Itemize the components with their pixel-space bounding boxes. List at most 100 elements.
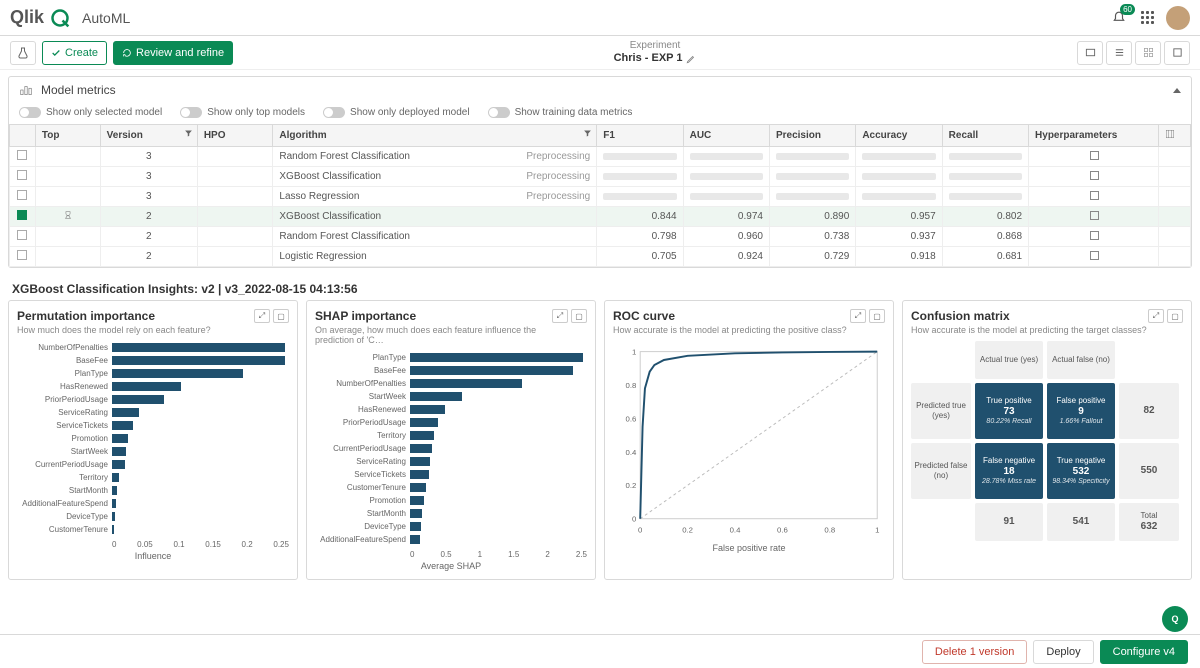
cm-row1-total: 82 bbox=[1119, 383, 1179, 439]
filter-top-toggle[interactable]: Show only top models bbox=[180, 107, 305, 118]
col-settings[interactable] bbox=[1158, 125, 1190, 147]
col-f1[interactable]: F1 bbox=[597, 125, 683, 147]
cm-row2-total: 550 bbox=[1119, 443, 1179, 499]
roc-card: ROC curve How accurate is the model at p… bbox=[604, 300, 894, 580]
card-action-2[interactable]: ▢ bbox=[869, 309, 885, 323]
review-refine-button[interactable]: Review and refine bbox=[113, 41, 233, 65]
filter-icon[interactable] bbox=[184, 129, 193, 138]
svg-text:0.8: 0.8 bbox=[626, 381, 637, 390]
col-version[interactable]: Version bbox=[100, 125, 197, 147]
experiment-icon-button[interactable] bbox=[10, 41, 36, 65]
configure-button[interactable]: Configure v4 bbox=[1100, 640, 1188, 664]
card-action-2[interactable]: ▢ bbox=[1167, 309, 1183, 323]
model-metrics-table: Top Version HPO Algorithm F1 AUC Precisi… bbox=[9, 124, 1191, 267]
cm-pred-false: Predicted false (no) bbox=[911, 443, 971, 499]
card-subtitle: On average, how much does each feature i… bbox=[315, 325, 552, 345]
insights-title: XGBoost Classification Insights: v2 | v3… bbox=[0, 274, 1200, 300]
deploy-button[interactable]: Deploy bbox=[1033, 640, 1093, 664]
edit-icon[interactable] bbox=[686, 54, 696, 64]
row-checkbox[interactable] bbox=[17, 230, 27, 240]
card-action-2[interactable]: ▢ bbox=[273, 309, 289, 323]
fullscreen-icon bbox=[1172, 47, 1183, 58]
user-avatar[interactable] bbox=[1166, 6, 1190, 30]
svg-text:1: 1 bbox=[632, 348, 636, 357]
view-fullscreen-button[interactable] bbox=[1164, 41, 1190, 65]
row-checkbox[interactable] bbox=[17, 210, 27, 220]
table-row[interactable]: 2 XGBoost Classification 0.8440.9740.890… bbox=[10, 207, 1191, 227]
app-launcher-icon[interactable] bbox=[1141, 11, 1154, 24]
cm-actual-false: Actual false (no) bbox=[1047, 341, 1115, 379]
card-action-2[interactable]: ▢ bbox=[571, 309, 587, 323]
permutation-bar-chart: NumberOfPenaltiesBaseFeePlanTypeHasRenew… bbox=[17, 341, 289, 536]
table-row[interactable]: 3 Random Forest ClassificationPreprocess… bbox=[10, 147, 1191, 167]
card-subtitle: How accurate is the model at predicting … bbox=[911, 325, 1147, 335]
col-hpo[interactable]: HPO bbox=[197, 125, 273, 147]
section-title: Model metrics bbox=[41, 83, 116, 97]
card-action-1[interactable]: ⤢ bbox=[1148, 309, 1164, 323]
card-title: SHAP importance bbox=[315, 309, 552, 323]
card-title: ROC curve bbox=[613, 309, 847, 323]
table-row[interactable]: 2 Logistic Regression 0.7050.9240.7290.9… bbox=[10, 247, 1191, 267]
experiment-label: Experiment bbox=[630, 40, 681, 52]
product-name: AutoML bbox=[82, 10, 130, 26]
view-grid-button[interactable] bbox=[1135, 41, 1161, 65]
external-icon[interactable] bbox=[1090, 191, 1099, 200]
refresh-icon bbox=[122, 48, 132, 58]
filter-training-toggle[interactable]: Show training data metrics bbox=[488, 107, 633, 118]
brand-q-icon bbox=[50, 8, 70, 28]
filter-deployed-toggle[interactable]: Show only deployed model bbox=[323, 107, 470, 118]
col-accuracy[interactable]: Accuracy bbox=[856, 125, 942, 147]
view-card-button[interactable] bbox=[1077, 41, 1103, 65]
col-auc[interactable]: AUC bbox=[683, 125, 769, 147]
notifications-button[interactable]: 60 bbox=[1109, 8, 1129, 28]
external-icon[interactable] bbox=[1090, 171, 1099, 180]
card-action-1[interactable]: ⤢ bbox=[552, 309, 568, 323]
external-icon[interactable] bbox=[1090, 211, 1099, 220]
external-icon[interactable] bbox=[1090, 231, 1099, 240]
qlik-help-fab[interactable]: Q bbox=[1162, 606, 1188, 632]
col-precision[interactable]: Precision bbox=[769, 125, 855, 147]
cm-tn: True negative 532 98.34% Specificity bbox=[1047, 443, 1115, 499]
col-hyper[interactable]: Hyperparameters bbox=[1029, 125, 1159, 147]
col-algorithm[interactable]: Algorithm bbox=[273, 125, 597, 147]
svg-text:0.4: 0.4 bbox=[626, 448, 637, 457]
svg-text:0: 0 bbox=[632, 515, 637, 524]
row-checkbox[interactable] bbox=[17, 190, 27, 200]
row-checkbox[interactable] bbox=[17, 150, 27, 160]
card-subtitle: How accurate is the model at predicting … bbox=[613, 325, 847, 335]
cm-pred-true: Predicted true (yes) bbox=[911, 383, 971, 439]
card-title: Permutation importance bbox=[17, 309, 211, 323]
col-top[interactable]: Top bbox=[35, 125, 100, 147]
svg-text:0.8: 0.8 bbox=[824, 525, 835, 534]
roc-chart: 00.20.40.60.8100.20.40.60.81 bbox=[613, 341, 885, 541]
cm-col1-total: 91 bbox=[975, 503, 1043, 541]
filter-icon[interactable] bbox=[583, 129, 592, 138]
list-icon bbox=[1114, 47, 1125, 58]
table-row[interactable]: 3 Lasso RegressionPreprocessing bbox=[10, 187, 1191, 207]
svg-text:0.6: 0.6 bbox=[777, 525, 788, 534]
shap-card: SHAP importance On average, how much doe… bbox=[306, 300, 596, 580]
flask-icon bbox=[17, 47, 29, 59]
row-checkbox[interactable] bbox=[17, 170, 27, 180]
create-button[interactable]: Create bbox=[42, 41, 107, 65]
table-row[interactable]: 3 XGBoost ClassificationPreprocessing bbox=[10, 167, 1191, 187]
cm-actual-true: Actual true (yes) bbox=[975, 341, 1043, 379]
card-action-1[interactable]: ⤢ bbox=[850, 309, 866, 323]
external-icon[interactable] bbox=[1090, 151, 1099, 160]
cm-grand-total: Total632 bbox=[1119, 503, 1179, 541]
row-checkbox[interactable] bbox=[17, 250, 27, 260]
cm-tp: True positive 73 80.22% Recall bbox=[975, 383, 1043, 439]
shap-bar-chart: PlanTypeBaseFeeNumberOfPenaltiesStartWee… bbox=[315, 351, 587, 546]
col-recall[interactable]: Recall bbox=[942, 125, 1028, 147]
external-icon[interactable] bbox=[1090, 251, 1099, 260]
svg-text:1: 1 bbox=[875, 525, 879, 534]
brand-logo[interactable]: Qlik bbox=[10, 7, 70, 28]
view-list-button[interactable] bbox=[1106, 41, 1132, 65]
filter-selected-toggle[interactable]: Show only selected model bbox=[19, 107, 162, 118]
collapse-section-button[interactable] bbox=[1173, 88, 1181, 93]
delete-version-button[interactable]: Delete 1 version bbox=[922, 640, 1028, 664]
table-row[interactable]: 2 Random Forest Classification 0.7980.96… bbox=[10, 227, 1191, 247]
card-action-1[interactable]: ⤢ bbox=[254, 309, 270, 323]
columns-icon bbox=[1165, 129, 1175, 139]
permutation-card: Permutation importance How much does the… bbox=[8, 300, 298, 580]
